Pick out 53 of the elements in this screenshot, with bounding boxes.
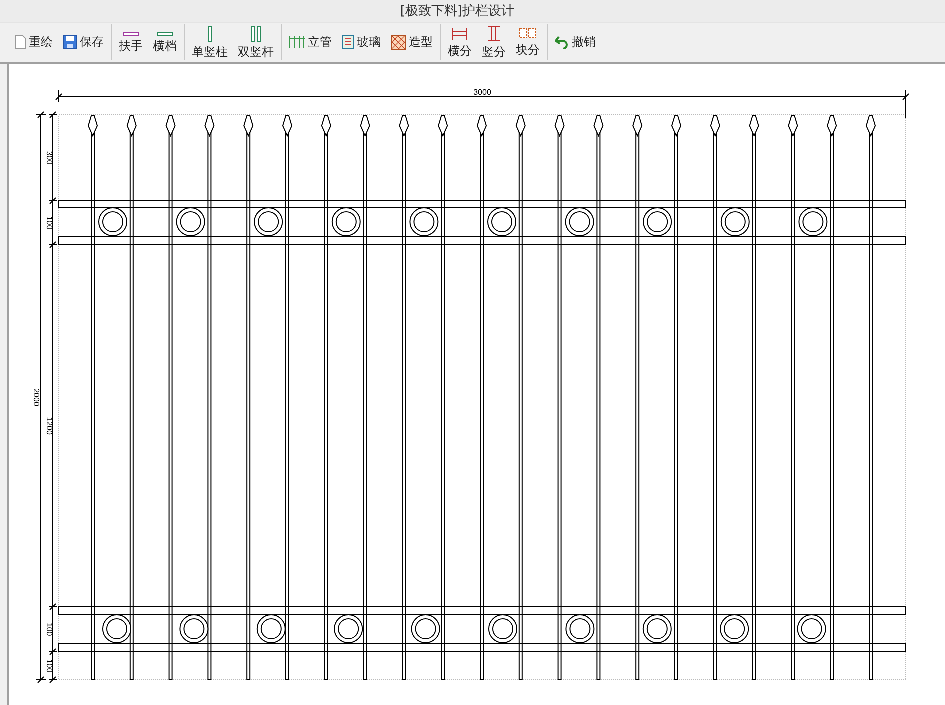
- ring-ornament: [488, 208, 516, 236]
- toolbar-button[interactable]: 撤销: [553, 34, 598, 51]
- vertical-split-icon: [487, 26, 501, 42]
- dimension-label: 2000: [32, 388, 41, 406]
- ring-ornament: [332, 208, 361, 236]
- ring-ornament: [410, 208, 439, 236]
- ring-ornament: [642, 614, 672, 644]
- railing-posts-icon: [289, 36, 305, 48]
- double-vertical-bar-icon: [251, 26, 261, 42]
- undo-arrow-icon: [555, 35, 569, 50]
- ring-ornament: [256, 614, 286, 644]
- toolbar-button[interactable]: 双竖杆: [236, 24, 276, 61]
- vertical-bar-icon: [208, 26, 212, 42]
- window-title: [极致下料]护栏设计: [0, 0, 945, 23]
- toolbar-button[interactable]: 玻璃: [340, 34, 383, 51]
- toolbar-button[interactable]: 扶手: [117, 30, 145, 55]
- ring-ornament: [566, 614, 595, 644]
- ring-ornament: [488, 614, 518, 644]
- horizontal-split-icon: [452, 26, 468, 41]
- toolbar-button[interactable]: 横分: [446, 24, 474, 60]
- ring-ornament: [720, 614, 750, 644]
- ring-ornament: [102, 614, 132, 644]
- toolbar-button[interactable]: 块分: [514, 26, 542, 59]
- toolbar-button[interactable]: 立管: [287, 34, 334, 51]
- ring-ornament: [411, 614, 440, 644]
- dimension-label: 300: [45, 151, 54, 165]
- toolbar-button[interactable]: 单竖柱: [190, 24, 230, 61]
- ring-ornament: [254, 208, 284, 236]
- horizontal-bar-icon: [123, 32, 139, 36]
- block-split-icon: [519, 28, 537, 40]
- crosshatch-pattern-icon: [391, 34, 406, 50]
- toolbar-button[interactable]: 横档: [151, 30, 179, 55]
- toolbar-button[interactable]: 保存: [61, 34, 106, 51]
- ring-ornament: [643, 208, 672, 236]
- toolbar-button[interactable]: 重绘: [13, 34, 55, 51]
- ring-ornament: [98, 208, 128, 236]
- ring-ornament: [565, 208, 594, 236]
- dimension-label: 100: [45, 622, 54, 636]
- ring-ornament: [797, 614, 826, 644]
- ring-ornament: [798, 208, 828, 236]
- ring-ornament: [334, 614, 364, 644]
- dimension-label: 100: [45, 216, 54, 230]
- dimension-label: 3000: [474, 88, 492, 97]
- dimension-label: 1200: [45, 417, 54, 435]
- horizontal-bar-icon: [157, 32, 173, 36]
- toolbar-button[interactable]: 竖分: [480, 24, 508, 61]
- toolbar-button[interactable]: 造型: [389, 34, 435, 51]
- glass-panel-icon: [342, 35, 354, 50]
- dimension-label: 100: [45, 659, 54, 673]
- ring-ornament: [720, 208, 750, 236]
- ring-ornament: [176, 208, 206, 236]
- document-icon: [15, 35, 26, 50]
- ring-ornament: [180, 614, 209, 644]
